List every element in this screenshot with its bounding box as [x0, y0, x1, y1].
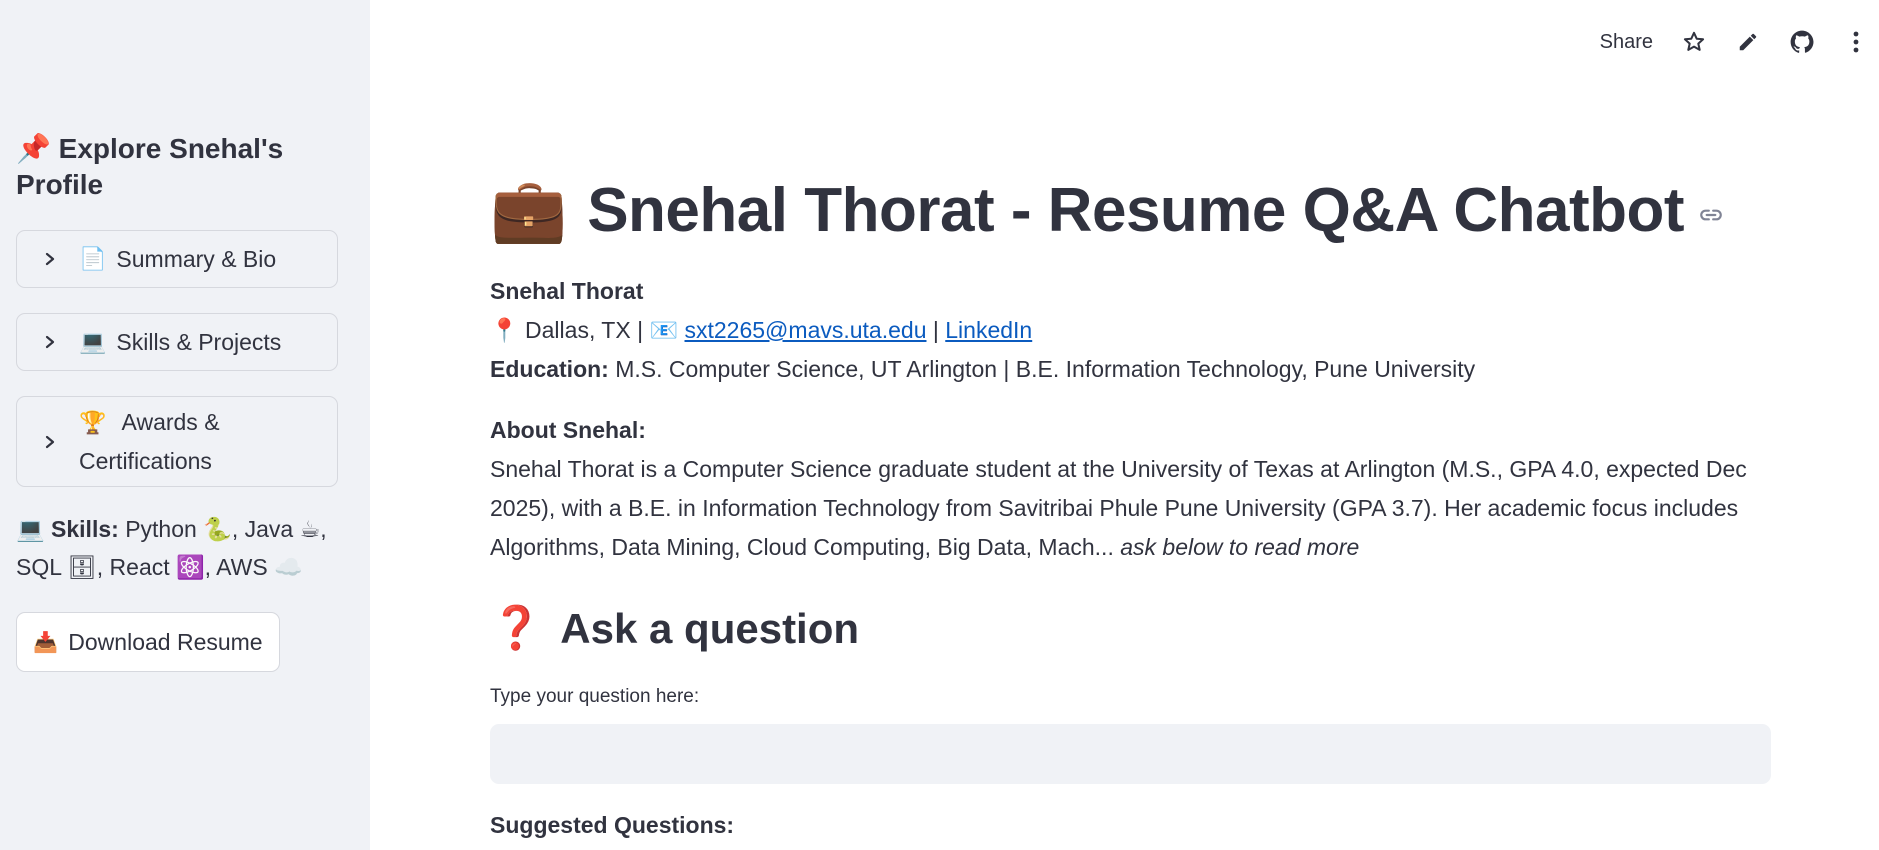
- more-vertical-icon[interactable]: [1843, 29, 1869, 55]
- about-text: Snehal Thorat is a Computer Science grad…: [490, 456, 1747, 560]
- education-label: Education:: [490, 356, 609, 382]
- chevron-right-icon: [41, 250, 59, 268]
- computer-icon: 💻: [16, 516, 45, 542]
- about-label: About Snehal:: [490, 417, 646, 443]
- download-resume-button[interactable]: 📥 Download Resume: [16, 612, 280, 672]
- profile-name-line: Snehal Thorat: [490, 272, 1780, 311]
- education-line: Education: M.S. Computer Science, UT Arl…: [490, 350, 1780, 389]
- contact-line: 📍 Dallas, TX | 📧 sxt2265@mavs.uta.edu | …: [490, 311, 1780, 350]
- share-button[interactable]: Share: [1600, 31, 1653, 54]
- skills-label: Skills:: [51, 516, 119, 542]
- top-toolbar: Share: [1600, 22, 1879, 62]
- expander-summary-bio[interactable]: 📄 Summary & Bio: [16, 230, 338, 288]
- pin-location-icon: 📍: [490, 317, 519, 343]
- star-icon[interactable]: [1681, 29, 1707, 55]
- education-text: M.S. Computer Science, UT Arlington | B.…: [615, 356, 1476, 382]
- expander-skills-projects[interactable]: 💻 Skills & Projects: [16, 313, 338, 371]
- profile-name: Snehal Thorat: [490, 278, 644, 304]
- edit-icon[interactable]: [1735, 29, 1761, 55]
- question-input-label: Type your question here:: [490, 686, 700, 707]
- about-more-text: ask below to read more: [1120, 534, 1360, 560]
- question-input[interactable]: [490, 724, 1771, 784]
- pin-icon: 📌: [16, 133, 51, 164]
- about-paragraph: Snehal Thorat is a Computer Science grad…: [490, 450, 1780, 567]
- download-resume-label: Download Resume: [68, 628, 263, 655]
- app: 📌 Explore Snehal's Profile 📄 Summary & B…: [0, 0, 1879, 850]
- expander-label-wrap: 🏆 Awards & Certifications: [79, 403, 279, 480]
- briefcase-icon: 💼: [490, 175, 568, 245]
- chevron-right-icon: [41, 333, 59, 351]
- document-icon: 📄: [79, 246, 107, 271]
- question-mark-icon: ❓: [490, 604, 543, 651]
- linkedin-link[interactable]: LinkedIn: [945, 317, 1032, 343]
- skills-summary: 💻 Skills: Python 🐍, Java ☕, SQL 🗄, React…: [16, 510, 336, 586]
- sidebar: 📌 Explore Snehal's Profile 📄 Summary & B…: [0, 0, 370, 850]
- contact-separator: |: [932, 317, 939, 343]
- github-icon[interactable]: [1789, 29, 1815, 55]
- suggested-questions-label: Suggested Questions:: [490, 812, 735, 838]
- email-link[interactable]: sxt2265@mavs.uta.edu: [685, 317, 927, 343]
- page-title-row: 💼 Snehal Thorat - Resume Q&A Chatbot: [490, 168, 1724, 252]
- location-text: Dallas, TX |: [525, 317, 644, 343]
- about-section: About Snehal: Snehal Thorat is a Compute…: [490, 411, 1780, 567]
- expander-awards-certifications[interactable]: 🏆 Awards & Certifications: [16, 396, 338, 487]
- email-icon: 📧: [649, 317, 679, 343]
- sidebar-title-text: Explore Snehal's Profile: [16, 133, 284, 200]
- ask-question-title: Ask a question: [560, 604, 860, 652]
- profile-info: Snehal Thorat 📍 Dallas, TX | 📧 sxt2265@m…: [490, 272, 1780, 389]
- ask-question-header: ❓ Ask a question: [490, 604, 859, 653]
- expander-label: Summary & Bio: [116, 246, 277, 272]
- link-icon[interactable]: [1698, 202, 1724, 228]
- trophy-icon: 🏆: [79, 410, 107, 435]
- computer-icon: 💻: [79, 329, 107, 354]
- page-title: Snehal Thorat - Resume Q&A Chatbot: [587, 175, 1684, 245]
- inbox-tray-icon: 📥: [33, 631, 59, 654]
- expander-label: Skills & Projects: [116, 329, 282, 355]
- chevron-right-icon: [41, 433, 59, 451]
- sidebar-title: 📌 Explore Snehal's Profile: [16, 131, 316, 203]
